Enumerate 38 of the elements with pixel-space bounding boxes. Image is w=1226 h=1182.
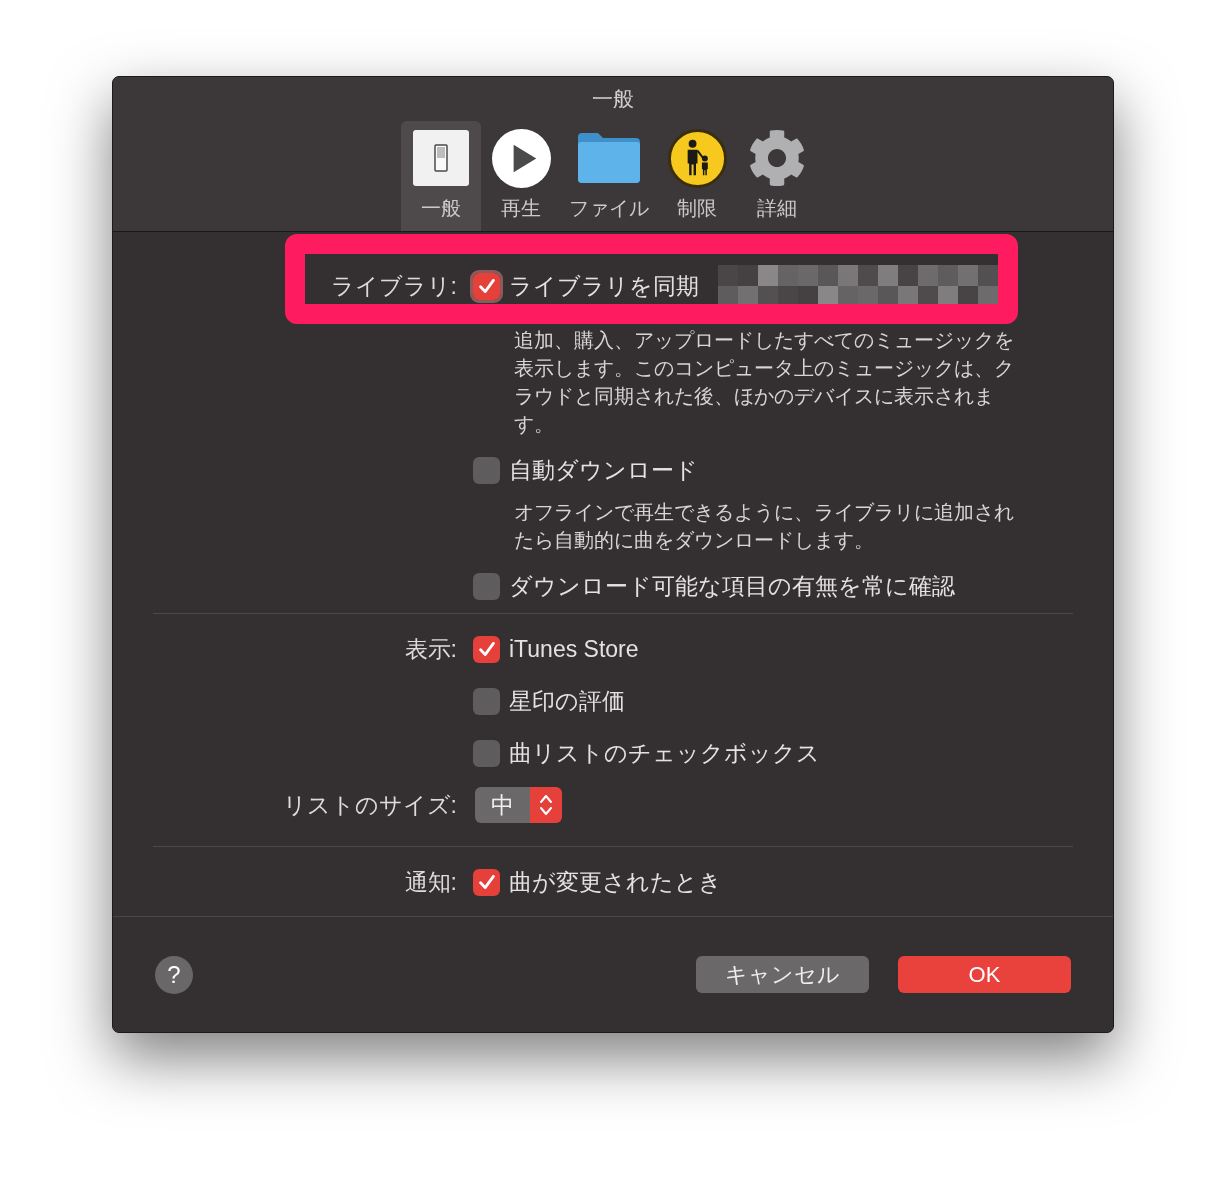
option-label: 曲が変更されたとき — [509, 868, 722, 896]
chevron-up-down-icon — [540, 795, 552, 815]
checkmark-icon — [478, 875, 495, 889]
option-label: 星印の評価 — [509, 687, 625, 715]
toolbar-tab[interactable]: 一般 — [401, 121, 481, 231]
option-label: iTunes Store — [509, 635, 639, 663]
gear-icon — [748, 129, 806, 187]
section-label: 表示: — [404, 635, 457, 663]
option-description: 追加、購入、アップロードしたすべてのミュージックを表示します。このコンピュータ上のミュージックは、クラウドと同期された後、ほかのデバイスに表示されます。 — [514, 328, 1015, 437]
section-label: リストのサイズ: — [282, 791, 457, 819]
checkbox[interactable] — [473, 739, 500, 767]
toolbar-tab[interactable]: ファイル — [561, 121, 657, 231]
help-button[interactable]: ? — [155, 955, 193, 994]
checkbox[interactable] — [473, 687, 500, 715]
ok-button[interactable]: OK — [898, 956, 1071, 993]
light-switch-icon — [413, 130, 469, 186]
option-label: 自動ダウンロード — [509, 456, 698, 484]
toolbar-tab[interactable]: 詳細 — [737, 121, 817, 231]
window-title: 一般 — [592, 86, 634, 112]
cancel-button[interactable]: キャンセル — [696, 956, 869, 993]
section-label: 通知: — [404, 868, 457, 896]
checkbox[interactable] — [473, 572, 500, 600]
option-label: ライブラリを同期 — [509, 272, 699, 300]
folder-icon — [578, 133, 640, 183]
checkbox[interactable] — [473, 456, 500, 484]
parent-and-child-icon — [667, 128, 727, 188]
checkmark-icon — [478, 279, 495, 293]
toolbar-tab[interactable]: 再生 — [481, 121, 561, 231]
play-icon — [491, 128, 551, 188]
checkbox[interactable] — [473, 635, 500, 663]
option-description: オフラインで再生できるように、ライブラリに追加されたら自動的に曲をダウンロードします。 — [514, 500, 1015, 553]
checkmark-icon — [478, 642, 495, 656]
toolbar-tab[interactable]: 制限 — [657, 121, 737, 231]
checkbox[interactable] — [473, 868, 500, 896]
option-label: ダウンロード可能な項目の有無を常に確認 — [509, 572, 955, 600]
section-label: ライブラリ: — [330, 272, 457, 300]
checkbox[interactable] — [470, 269, 503, 303]
option-label: 曲リストのチェックボックス — [509, 739, 820, 767]
